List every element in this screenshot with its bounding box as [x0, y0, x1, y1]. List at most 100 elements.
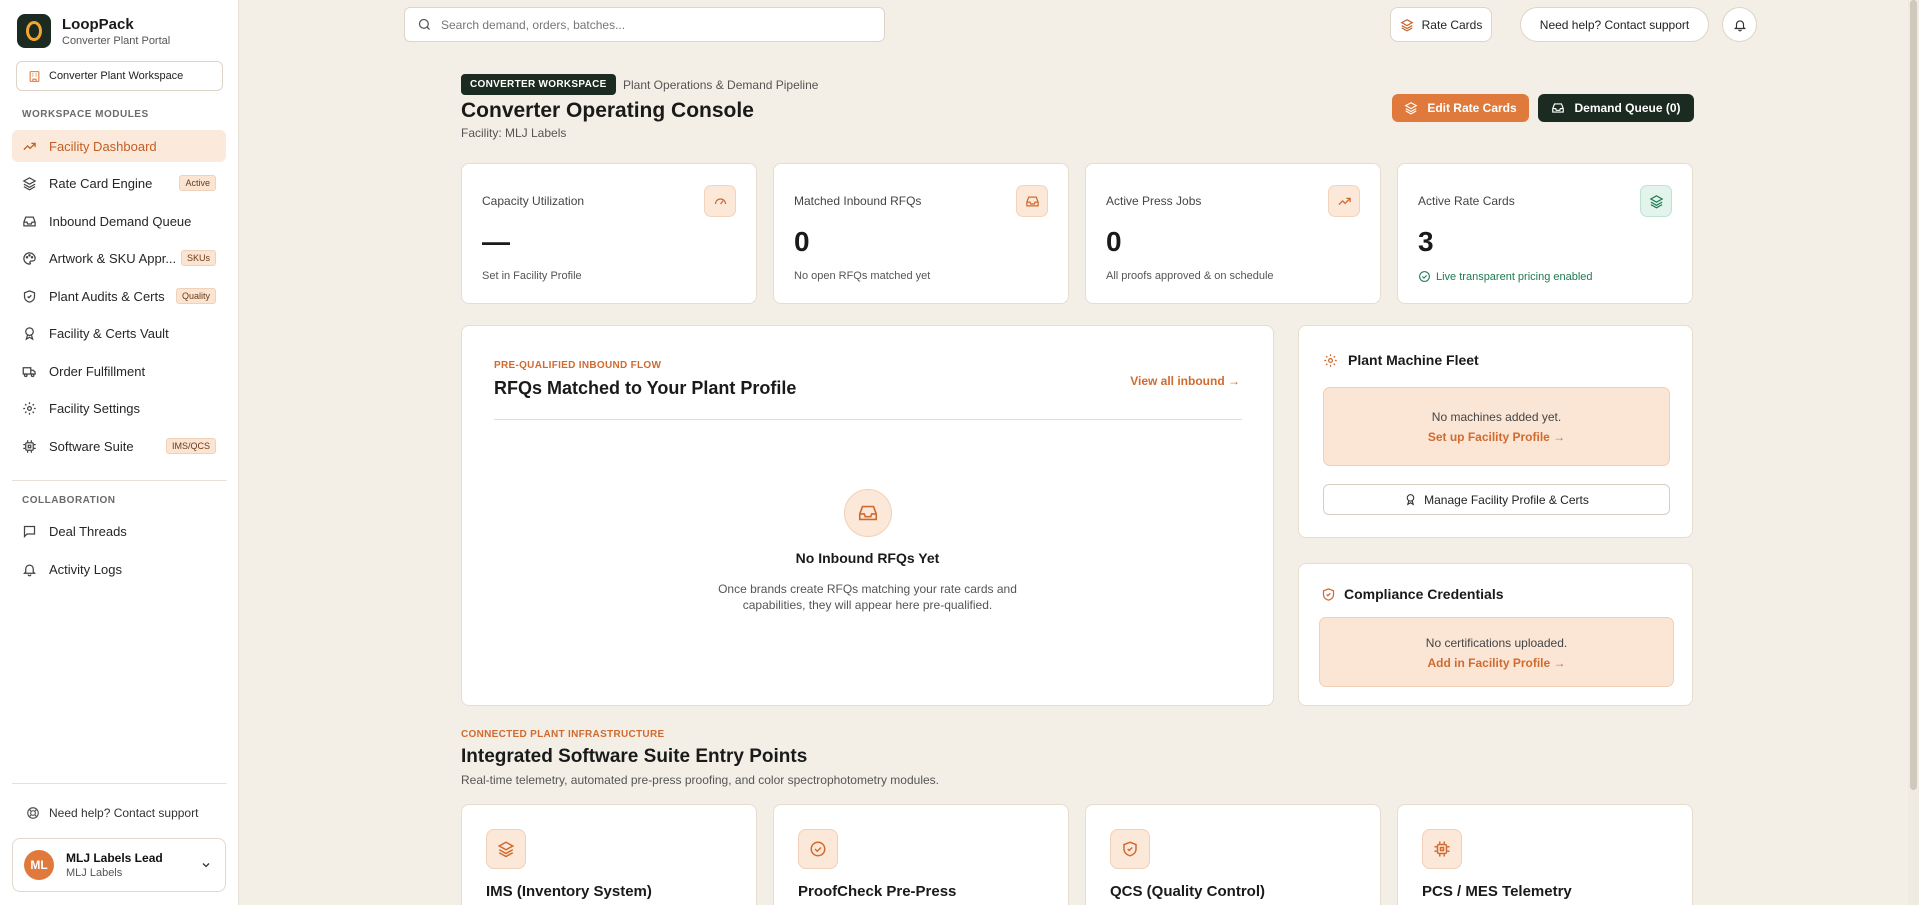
sidebar-item-facility-dashboard[interactable]: Facility Dashboard — [12, 130, 226, 162]
demand-queue-button[interactable]: Demand Queue (0) — [1538, 94, 1694, 122]
cpu-icon — [1422, 829, 1462, 869]
sidebar-item-facility-settings[interactable]: Facility Settings — [12, 392, 226, 424]
notifications-button[interactable] — [1722, 7, 1757, 42]
contact-support-button[interactable]: Need help? Contact support — [1520, 7, 1709, 42]
sidebar-help-label: Need help? Contact support — [49, 806, 199, 820]
rfq-title: RFQs Matched to Your Plant Profile — [494, 378, 797, 398]
software-card-qcs[interactable]: QCS (Quality Control) — [1085, 804, 1381, 905]
status-badge: Quality — [175, 288, 216, 304]
rate-cards-label: Rate Cards — [1421, 17, 1483, 32]
sidebar-item-label: Facility & Certs Vault — [49, 325, 169, 341]
status-badge: IMS/QCS — [165, 438, 216, 454]
stat-note: No open RFQs matched yet — [794, 270, 931, 282]
collaboration-heading: COLLABORATION — [22, 495, 116, 506]
stat-label: Matched Inbound RFQs — [794, 194, 922, 208]
compliance-empty-text: No certifications uploaded. — [1425, 636, 1568, 650]
sidebar-item-label: Order Fulfillment — [49, 363, 146, 379]
sidebar-item-activity-logs[interactable]: Activity Logs — [12, 553, 226, 585]
stat-value: 0 — [1106, 226, 1122, 257]
award-icon — [1406, 494, 1415, 506]
sidebar-item-label: Inbound Demand Queue — [49, 213, 192, 229]
lifebuoy-icon — [27, 807, 39, 819]
compliance-title: Compliance Credentials — [1344, 586, 1504, 602]
stat-label: Active Rate Cards — [1418, 194, 1515, 208]
workspace-chip: CONVERTER WORKSPACE — [461, 74, 616, 95]
page-scrollbar[interactable] — [1908, 0, 1919, 905]
modules-heading: WORKSPACE MODULES — [22, 109, 149, 120]
brand[interactable]: LoopPack Converter Plant Portal — [17, 14, 170, 48]
edit-rate-cards-label: Edit Rate Cards — [1427, 101, 1517, 115]
search-placeholder: Search demand, orders, batches... — [441, 17, 626, 32]
compliance-empty-box: No certifications uploaded. Add in Facil… — [1319, 617, 1674, 687]
layers-icon — [1400, 18, 1414, 32]
brand-name: LoopPack — [62, 15, 134, 33]
search-icon — [418, 18, 430, 30]
sidebar: LoopPack Converter Plant Portal Converte… — [0, 0, 239, 905]
gear-icon — [23, 401, 36, 415]
sidebar-help-link[interactable]: Need help? Contact support — [26, 806, 198, 820]
breadcrumb: Plant Operations & Demand Pipeline — [623, 78, 819, 92]
rfq-panel: PRE-QUALIFIED INBOUND FLOW RFQs Matched … — [461, 325, 1274, 706]
stat-note-text: Live transparent pricing enabled — [1436, 270, 1593, 283]
rfq-eyebrow: PRE-QUALIFIED INBOUND FLOW — [494, 360, 662, 371]
sidebar-divider — [12, 480, 227, 481]
view-all-inbound-link[interactable]: View all inbound → — [1130, 374, 1240, 388]
layers-icon — [1640, 185, 1672, 217]
rfq-empty-title: No Inbound RFQs Yet — [795, 550, 940, 566]
software-title: Integrated Software Suite Entry Points — [461, 746, 808, 767]
sidebar-divider — [12, 783, 227, 784]
inbox-icon — [844, 489, 892, 537]
software-eyebrow: CONNECTED PLANT INFRASTRUCTURE — [461, 729, 665, 740]
message-icon — [23, 525, 36, 538]
gauge-icon — [704, 185, 736, 217]
sidebar-item-plant-audits[interactable]: Plant Audits & Certs Quality — [12, 280, 226, 312]
machine-fleet-panel: Plant Machine Fleet No machines added ye… — [1298, 325, 1693, 538]
add-in-facility-profile-link[interactable]: Add in Facility Profile → — [1320, 656, 1673, 670]
rate-cards-button[interactable]: Rate Cards — [1390, 7, 1492, 42]
scrollbar-thumb[interactable] — [1910, 0, 1917, 790]
check-circle-icon — [798, 829, 838, 869]
status-badge: Active — [179, 175, 216, 191]
software-subtitle: Real-time telemetry, automated pre-press… — [461, 773, 940, 787]
edit-rate-cards-button[interactable]: Edit Rate Cards — [1392, 94, 1529, 122]
chevron-down-icon — [202, 863, 210, 868]
inbox-icon — [1552, 103, 1565, 113]
avatar: ML — [24, 850, 54, 880]
sidebar-item-label: Activity Logs — [49, 561, 122, 577]
software-card-ims[interactable]: IMS (Inventory System) — [461, 804, 757, 905]
trending-up-icon — [1328, 185, 1360, 217]
award-icon — [25, 326, 34, 340]
search-input[interactable]: Search demand, orders, batches... — [404, 7, 885, 42]
user-menu[interactable]: ML MLJ Labels Lead MLJ Labels — [12, 838, 226, 892]
software-card-proofcheck[interactable]: ProofCheck Pre-Press — [773, 804, 1069, 905]
workspace-selector[interactable]: Converter Plant Workspace — [16, 61, 223, 91]
sidebar-item-rate-card-engine[interactable]: Rate Card Engine Active — [12, 167, 226, 199]
sidebar-item-software-suite[interactable]: Software Suite IMS/QCS — [12, 430, 226, 462]
looppack-logo-icon — [17, 14, 51, 48]
contact-support-label: Need help? Contact support — [1539, 17, 1690, 32]
setup-facility-profile-link[interactable]: Set up Facility Profile → — [1324, 430, 1669, 444]
sidebar-item-certs-vault[interactable]: Facility & Certs Vault — [12, 317, 226, 349]
sidebar-item-label: Rate Card Engine — [49, 175, 153, 191]
sidebar-item-artwork-sku[interactable]: Artwork & SKU Appr... SKUs — [12, 242, 226, 274]
rfq-empty-line: capabilities, they will appear here pre-… — [742, 598, 993, 612]
page-title: Converter Operating Console — [461, 99, 754, 122]
software-card-pcs[interactable]: PCS / MES Telemetry — [1397, 804, 1693, 905]
manage-facility-profile-button[interactable]: Manage Facility Profile & Certs — [1323, 484, 1670, 515]
truck-icon — [22, 366, 36, 377]
bell-icon — [1733, 19, 1746, 31]
rfq-empty-line: Once brands create RFQs matching your ra… — [718, 582, 1017, 596]
workspace-selector-label: Converter Plant Workspace — [49, 70, 184, 82]
layers-icon — [486, 829, 526, 869]
stat-value: — — [482, 226, 510, 257]
sidebar-item-order-fulfillment[interactable]: Order Fulfillment — [12, 355, 226, 387]
sidebar-item-label: Deal Threads — [49, 523, 127, 539]
shield-check-icon — [1110, 829, 1150, 869]
software-card-title: QCS (Quality Control) — [1110, 883, 1265, 900]
building-icon — [29, 70, 40, 82]
rfq-empty-description: Once brands create RFQs matching your ra… — [462, 581, 1273, 613]
demand-queue-label: Demand Queue (0) — [1574, 101, 1681, 115]
sidebar-item-deal-threads[interactable]: Deal Threads — [12, 515, 226, 547]
sidebar-item-inbound-demand-queue[interactable]: Inbound Demand Queue — [12, 205, 226, 237]
stat-note: Set in Facility Profile — [482, 270, 582, 282]
